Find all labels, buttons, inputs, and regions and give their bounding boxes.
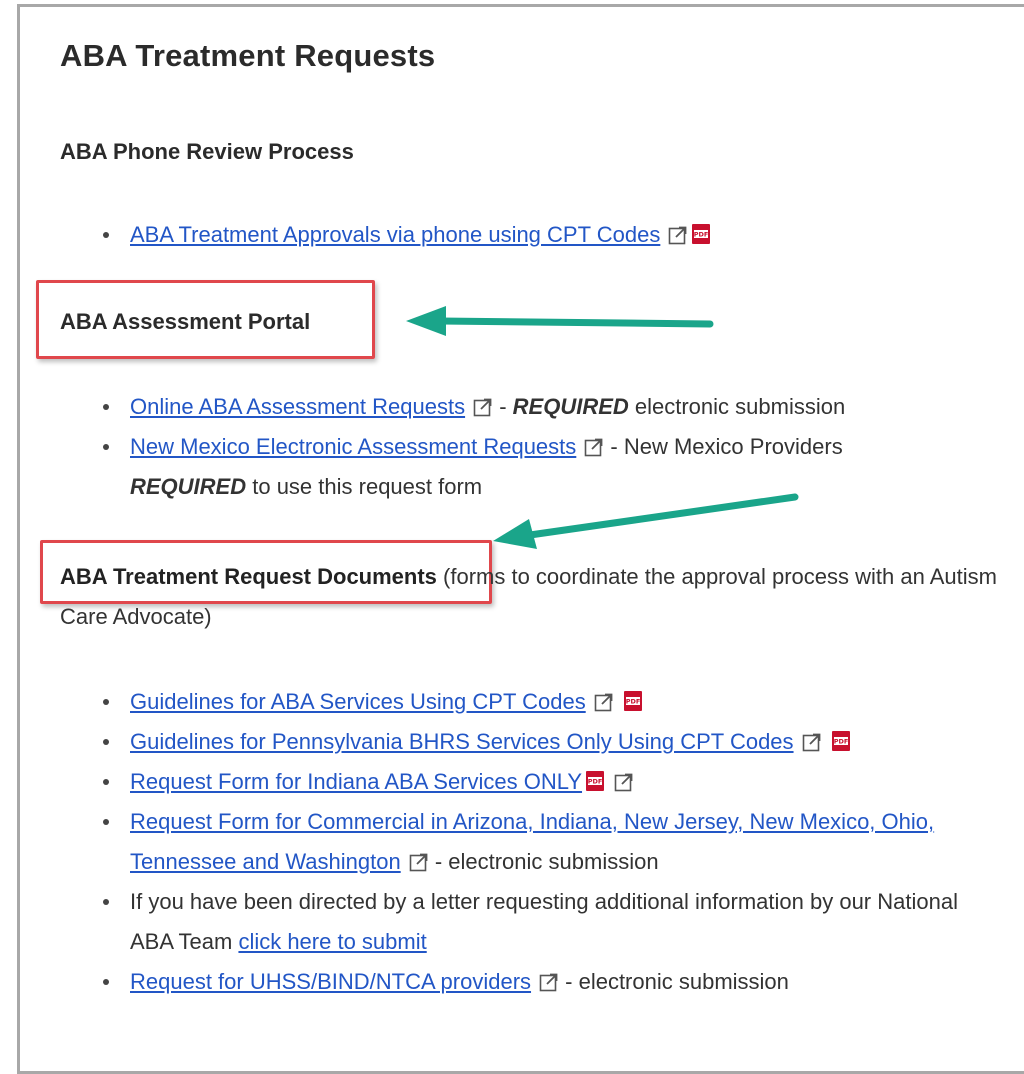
request-documents-paragraph: ABA Treatment Request Documents (forms t…: [60, 564, 997, 629]
list-item: Request for UHSS/BIND/NTCA providers - e…: [100, 962, 1000, 1002]
external-link-icon[interactable]: [668, 225, 688, 245]
list-item: ABA Treatment Approvals via phone using …: [100, 215, 1000, 255]
request-documents-heading: ABA Treatment Request Documents: [60, 564, 437, 589]
uhss-bind-ntca-link[interactable]: Request for UHSS/BIND/NTCA providers: [130, 969, 531, 994]
list-item: Online ABA Assessment Requests - REQUIRE…: [100, 387, 1000, 427]
external-link-icon[interactable]: [409, 852, 429, 872]
new-mexico-assessment-link[interactable]: New Mexico Electronic Assessment Request…: [130, 434, 576, 459]
list-item: Request Form for Commercial in Arizona, …: [100, 802, 1000, 882]
phone-review-list: ABA Treatment Approvals via phone using …: [100, 215, 1000, 255]
svg-text:PDF: PDF: [694, 231, 709, 239]
indiana-request-form-link[interactable]: Request Form for Indiana ABA Services ON…: [130, 769, 582, 794]
external-link-icon[interactable]: [614, 772, 634, 792]
pdf-icon[interactable]: PDF: [690, 223, 712, 245]
list-item: Guidelines for Pennsylvania BHRS Service…: [100, 722, 1000, 762]
phone-approvals-link[interactable]: ABA Treatment Approvals via phone using …: [130, 222, 660, 247]
list-item: Request Form for Indiana ABA Services ON…: [100, 762, 1000, 802]
external-link-icon[interactable]: [539, 972, 559, 992]
pdf-icon[interactable]: PDF: [584, 770, 606, 792]
pdf-icon[interactable]: PDF: [830, 730, 852, 752]
svg-text:PDF: PDF: [833, 738, 848, 746]
request-documents-list: Guidelines for ABA Services Using CPT Co…: [100, 682, 1000, 1002]
green-arrow-1-icon: [406, 306, 714, 336]
phone-review-heading: ABA Phone Review Process: [60, 139, 354, 164]
list-item: Guidelines for ABA Services Using CPT Co…: [100, 682, 1000, 722]
external-link-icon[interactable]: [594, 692, 614, 712]
svg-text:PDF: PDF: [625, 698, 640, 706]
external-link-icon[interactable]: [802, 732, 822, 752]
assessment-portal-heading: ABA Assessment Portal: [60, 309, 311, 334]
green-arrow-2-icon: [493, 493, 799, 549]
external-link-icon[interactable]: [584, 437, 604, 457]
svg-text:PDF: PDF: [588, 778, 603, 786]
pdf-icon[interactable]: PDF: [622, 690, 644, 712]
guidelines-pennsylvania-link[interactable]: Guidelines for Pennsylvania BHRS Service…: [130, 729, 794, 754]
list-item: If you have been directed by a letter re…: [100, 882, 1000, 962]
online-assessment-link[interactable]: Online ABA Assessment Requests: [130, 394, 465, 419]
guidelines-aba-cpt-link[interactable]: Guidelines for ABA Services Using CPT Co…: [130, 689, 586, 714]
page-title: ABA Treatment Requests: [60, 38, 436, 73]
external-link-icon[interactable]: [473, 397, 493, 417]
click-here-to-submit-link[interactable]: click here to submit: [238, 929, 426, 954]
